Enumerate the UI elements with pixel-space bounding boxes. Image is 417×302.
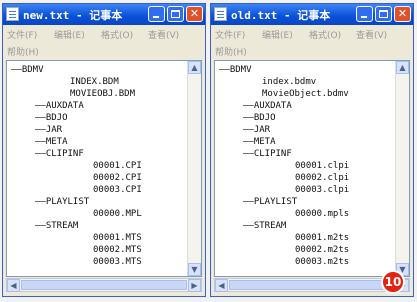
menu-file[interactable]: 文件(F) xyxy=(215,28,245,41)
menu-format[interactable]: 格式(O) xyxy=(309,28,341,41)
menu-edit[interactable]: 编辑(E) xyxy=(262,28,293,41)
title-bar[interactable]: new.txt - 记事本 ✕ xyxy=(3,4,205,25)
vertical-scrollbar[interactable]: ▲ ▼ xyxy=(187,61,201,276)
menu-bar: 文件(F) 编辑(E) 格式(O) 查看(V) xyxy=(211,25,413,43)
minimize-button[interactable] xyxy=(148,6,165,22)
step-number-badge: 10 xyxy=(381,270,405,294)
file-tree-text: ——BDMV INDEX.BDM MOVIEOBJ.BDM ——AUXDATA … xyxy=(7,61,187,276)
text-line: ——BDJO xyxy=(35,113,68,123)
text-line: 00000.MPL xyxy=(93,209,142,219)
text-line: ——CLIPINF xyxy=(243,149,292,159)
text-line: 00001.MTS xyxy=(93,233,142,243)
text-line: 00003.MTS xyxy=(93,257,142,267)
text-line: 00000.mpls xyxy=(295,209,350,219)
window-title: old.txt - 记事本 xyxy=(231,9,331,22)
text-line: 00002.clpi xyxy=(295,173,350,183)
text-line: 00002.CPI xyxy=(93,173,142,183)
horizontal-scrollbar[interactable]: ◀ ▶ xyxy=(6,278,202,292)
text-line: ——PLAYLIST xyxy=(243,197,298,207)
scroll-down-icon[interactable]: ▼ xyxy=(188,263,201,276)
text-line: ——JAR xyxy=(35,125,63,135)
notepad-icon xyxy=(214,7,227,21)
text-line: ——BDMV xyxy=(11,65,44,75)
text-line: ——META xyxy=(35,137,68,147)
scroll-up-icon[interactable]: ▲ xyxy=(396,61,409,74)
menu-edit[interactable]: 编辑(E) xyxy=(54,28,85,41)
text-line: 00001.clpi xyxy=(295,161,350,171)
text-line: 00001.m2ts xyxy=(295,233,350,243)
file-tree-text: ——BDMV index.bdmv MovieObject.bdmv ——AUX… xyxy=(215,61,395,276)
text-line: INDEX.BDM xyxy=(70,77,119,87)
text-line: MovieObject.bdmv xyxy=(262,89,349,99)
text-line: ——AUXDATA xyxy=(35,101,84,111)
scroll-thumb[interactable] xyxy=(229,280,395,290)
text-line: ——CLIPINF xyxy=(35,149,84,159)
menu-bar: 文件(F) 编辑(E) 格式(O) 查看(V) xyxy=(3,25,205,43)
minimize-button[interactable] xyxy=(356,6,373,22)
text-line: 00003.clpi xyxy=(295,185,350,195)
menu-help[interactable]: 帮助(H) xyxy=(7,45,39,58)
text-line: ——META xyxy=(243,137,276,147)
scroll-right-icon[interactable]: ▶ xyxy=(188,279,201,292)
text-line: ——STREAM xyxy=(243,221,287,231)
close-button[interactable]: ✕ xyxy=(394,6,411,22)
text-line: 00003.CPI xyxy=(93,185,142,195)
text-line: ——PLAYLIST xyxy=(35,197,90,207)
window-title: new.txt - 记事本 xyxy=(23,9,123,22)
scroll-up-icon[interactable]: ▲ xyxy=(188,61,201,74)
menu-help[interactable]: 帮助(H) xyxy=(215,45,247,58)
menu-format[interactable]: 格式(O) xyxy=(101,28,133,41)
text-line: ——JAR xyxy=(243,125,271,135)
menu-bar-row-2: 帮助(H) xyxy=(211,43,413,60)
text-line: 00002.m2ts xyxy=(295,245,350,255)
text-line: ——STREAM xyxy=(35,221,79,231)
text-line: 00001.CPI xyxy=(93,161,142,171)
menu-view[interactable]: 查看(V) xyxy=(148,28,179,41)
scroll-left-icon[interactable]: ◀ xyxy=(215,279,228,292)
menu-bar-row-2: 帮助(H) xyxy=(3,43,205,60)
notepad-window-old: old.txt - 记事本 ✕ 文件(F) 编辑(E) 格式(O) 查看(V) … xyxy=(210,3,414,297)
vertical-scrollbar[interactable]: ▲ ▼ xyxy=(395,61,409,276)
notepad-window-new: new.txt - 记事本 ✕ 文件(F) 编辑(E) 格式(O) 查看(V) … xyxy=(2,3,206,297)
text-line: ——AUXDATA xyxy=(243,101,292,111)
scroll-thumb[interactable] xyxy=(21,280,187,290)
title-bar[interactable]: old.txt - 记事本 ✕ xyxy=(211,4,413,25)
text-line: index.bdmv xyxy=(262,77,317,87)
menu-view[interactable]: 查看(V) xyxy=(356,28,387,41)
text-line: ——BDJO xyxy=(243,113,276,123)
text-line: 00002.MTS xyxy=(93,245,142,255)
text-line: ——BDMV xyxy=(219,65,252,75)
text-area[interactable]: ——BDMV index.bdmv MovieObject.bdmv ——AUX… xyxy=(214,60,410,277)
text-line: MOVIEOBJ.BDM xyxy=(70,89,136,99)
maximize-button[interactable] xyxy=(375,6,392,22)
text-area[interactable]: ——BDMV INDEX.BDM MOVIEOBJ.BDM ——AUXDATA … xyxy=(6,60,202,277)
text-line: 00003.m2ts xyxy=(295,257,350,267)
close-button[interactable]: ✕ xyxy=(186,6,203,22)
maximize-button[interactable] xyxy=(167,6,184,22)
notepad-icon xyxy=(6,7,19,21)
menu-file[interactable]: 文件(F) xyxy=(7,28,37,41)
scroll-left-icon[interactable]: ◀ xyxy=(7,279,20,292)
